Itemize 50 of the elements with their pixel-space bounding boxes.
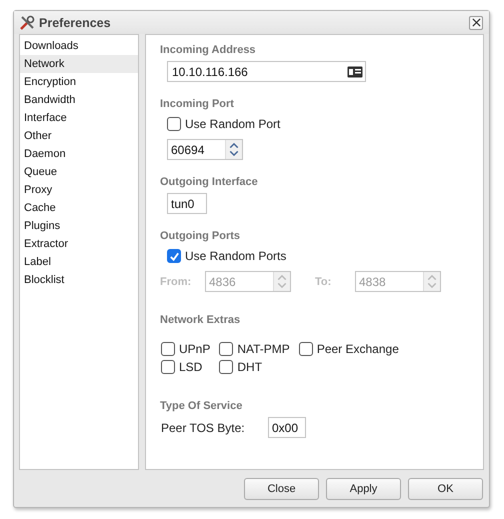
- section-heading: Incoming Address: [160, 43, 257, 58]
- checkbox-option[interactable]: Peer Exchange: [298, 340, 399, 358]
- category-item[interactable]: Bandwidth: [20, 91, 138, 109]
- dialog-button[interactable]: Apply: [326, 478, 401, 500]
- address-field[interactable]: 10.10.116.166: [167, 61, 366, 82]
- tools-icon: [19, 14, 35, 30]
- from-label: From:: [160, 276, 192, 288]
- interface-field[interactable]: tun0: [167, 193, 207, 214]
- category-item[interactable]: Extractor: [20, 235, 138, 253]
- checkbox[interactable]: [219, 342, 234, 356]
- category-item[interactable]: Interface: [20, 109, 138, 127]
- to-label: To:: [315, 276, 332, 288]
- checkbox-option[interactable]: Use Random Ports: [167, 247, 469, 265]
- checkbox[interactable]: [298, 342, 313, 356]
- window-title: Preferences: [39, 16, 112, 30]
- category-item[interactable]: Daemon: [20, 145, 138, 163]
- tos-field[interactable]: 0x00: [268, 417, 306, 438]
- checkbox[interactable]: [161, 360, 175, 374]
- category-item[interactable]: Cache: [20, 199, 138, 217]
- checkbox[interactable]: [161, 342, 175, 356]
- section-heading: Incoming Port: [160, 97, 235, 112]
- category-item[interactable]: Plugins: [20, 217, 138, 235]
- checkbox[interactable]: [167, 249, 181, 263]
- category-item[interactable]: Other: [20, 127, 138, 145]
- number-field[interactable]: 60694: [167, 139, 243, 160]
- category-item[interactable]: Queue: [20, 163, 138, 181]
- category-item[interactable]: Network: [20, 55, 138, 73]
- close-button[interactable]: [469, 16, 483, 30]
- category-item[interactable]: Downloads: [20, 37, 138, 55]
- section-heading: Outgoing Ports: [160, 229, 242, 244]
- checkbox-option[interactable]: NAT-PMP: [219, 340, 290, 358]
- close-icon[interactable]: [472, 18, 480, 27]
- section-heading: Type Of Service: [160, 399, 244, 414]
- section-heading: Outgoing Interface: [160, 175, 259, 190]
- dialog-button[interactable]: OK: [408, 478, 483, 500]
- dialog-button[interactable]: Close: [244, 478, 319, 500]
- checkbox[interactable]: [219, 360, 234, 374]
- category-item[interactable]: Label: [20, 253, 138, 271]
- id-card-icon: [347, 66, 363, 78]
- section-heading: Network Extras: [160, 313, 242, 328]
- category-item[interactable]: Blocklist: [20, 271, 138, 289]
- checkbox-option[interactable]: UPnP: [161, 340, 210, 358]
- category-item[interactable]: Encryption: [20, 73, 138, 91]
- category-item[interactable]: Proxy: [20, 181, 138, 199]
- checkbox-option[interactable]: LSD: [161, 358, 210, 376]
- checkbox-option[interactable]: DHT: [219, 358, 290, 376]
- checkbox[interactable]: [167, 117, 181, 131]
- tos-label: Peer TOS Byte:: [161, 420, 246, 434]
- spin-arrows-icon[interactable]: [229, 142, 239, 157]
- checkbox-option[interactable]: Use Random Port: [167, 115, 469, 133]
